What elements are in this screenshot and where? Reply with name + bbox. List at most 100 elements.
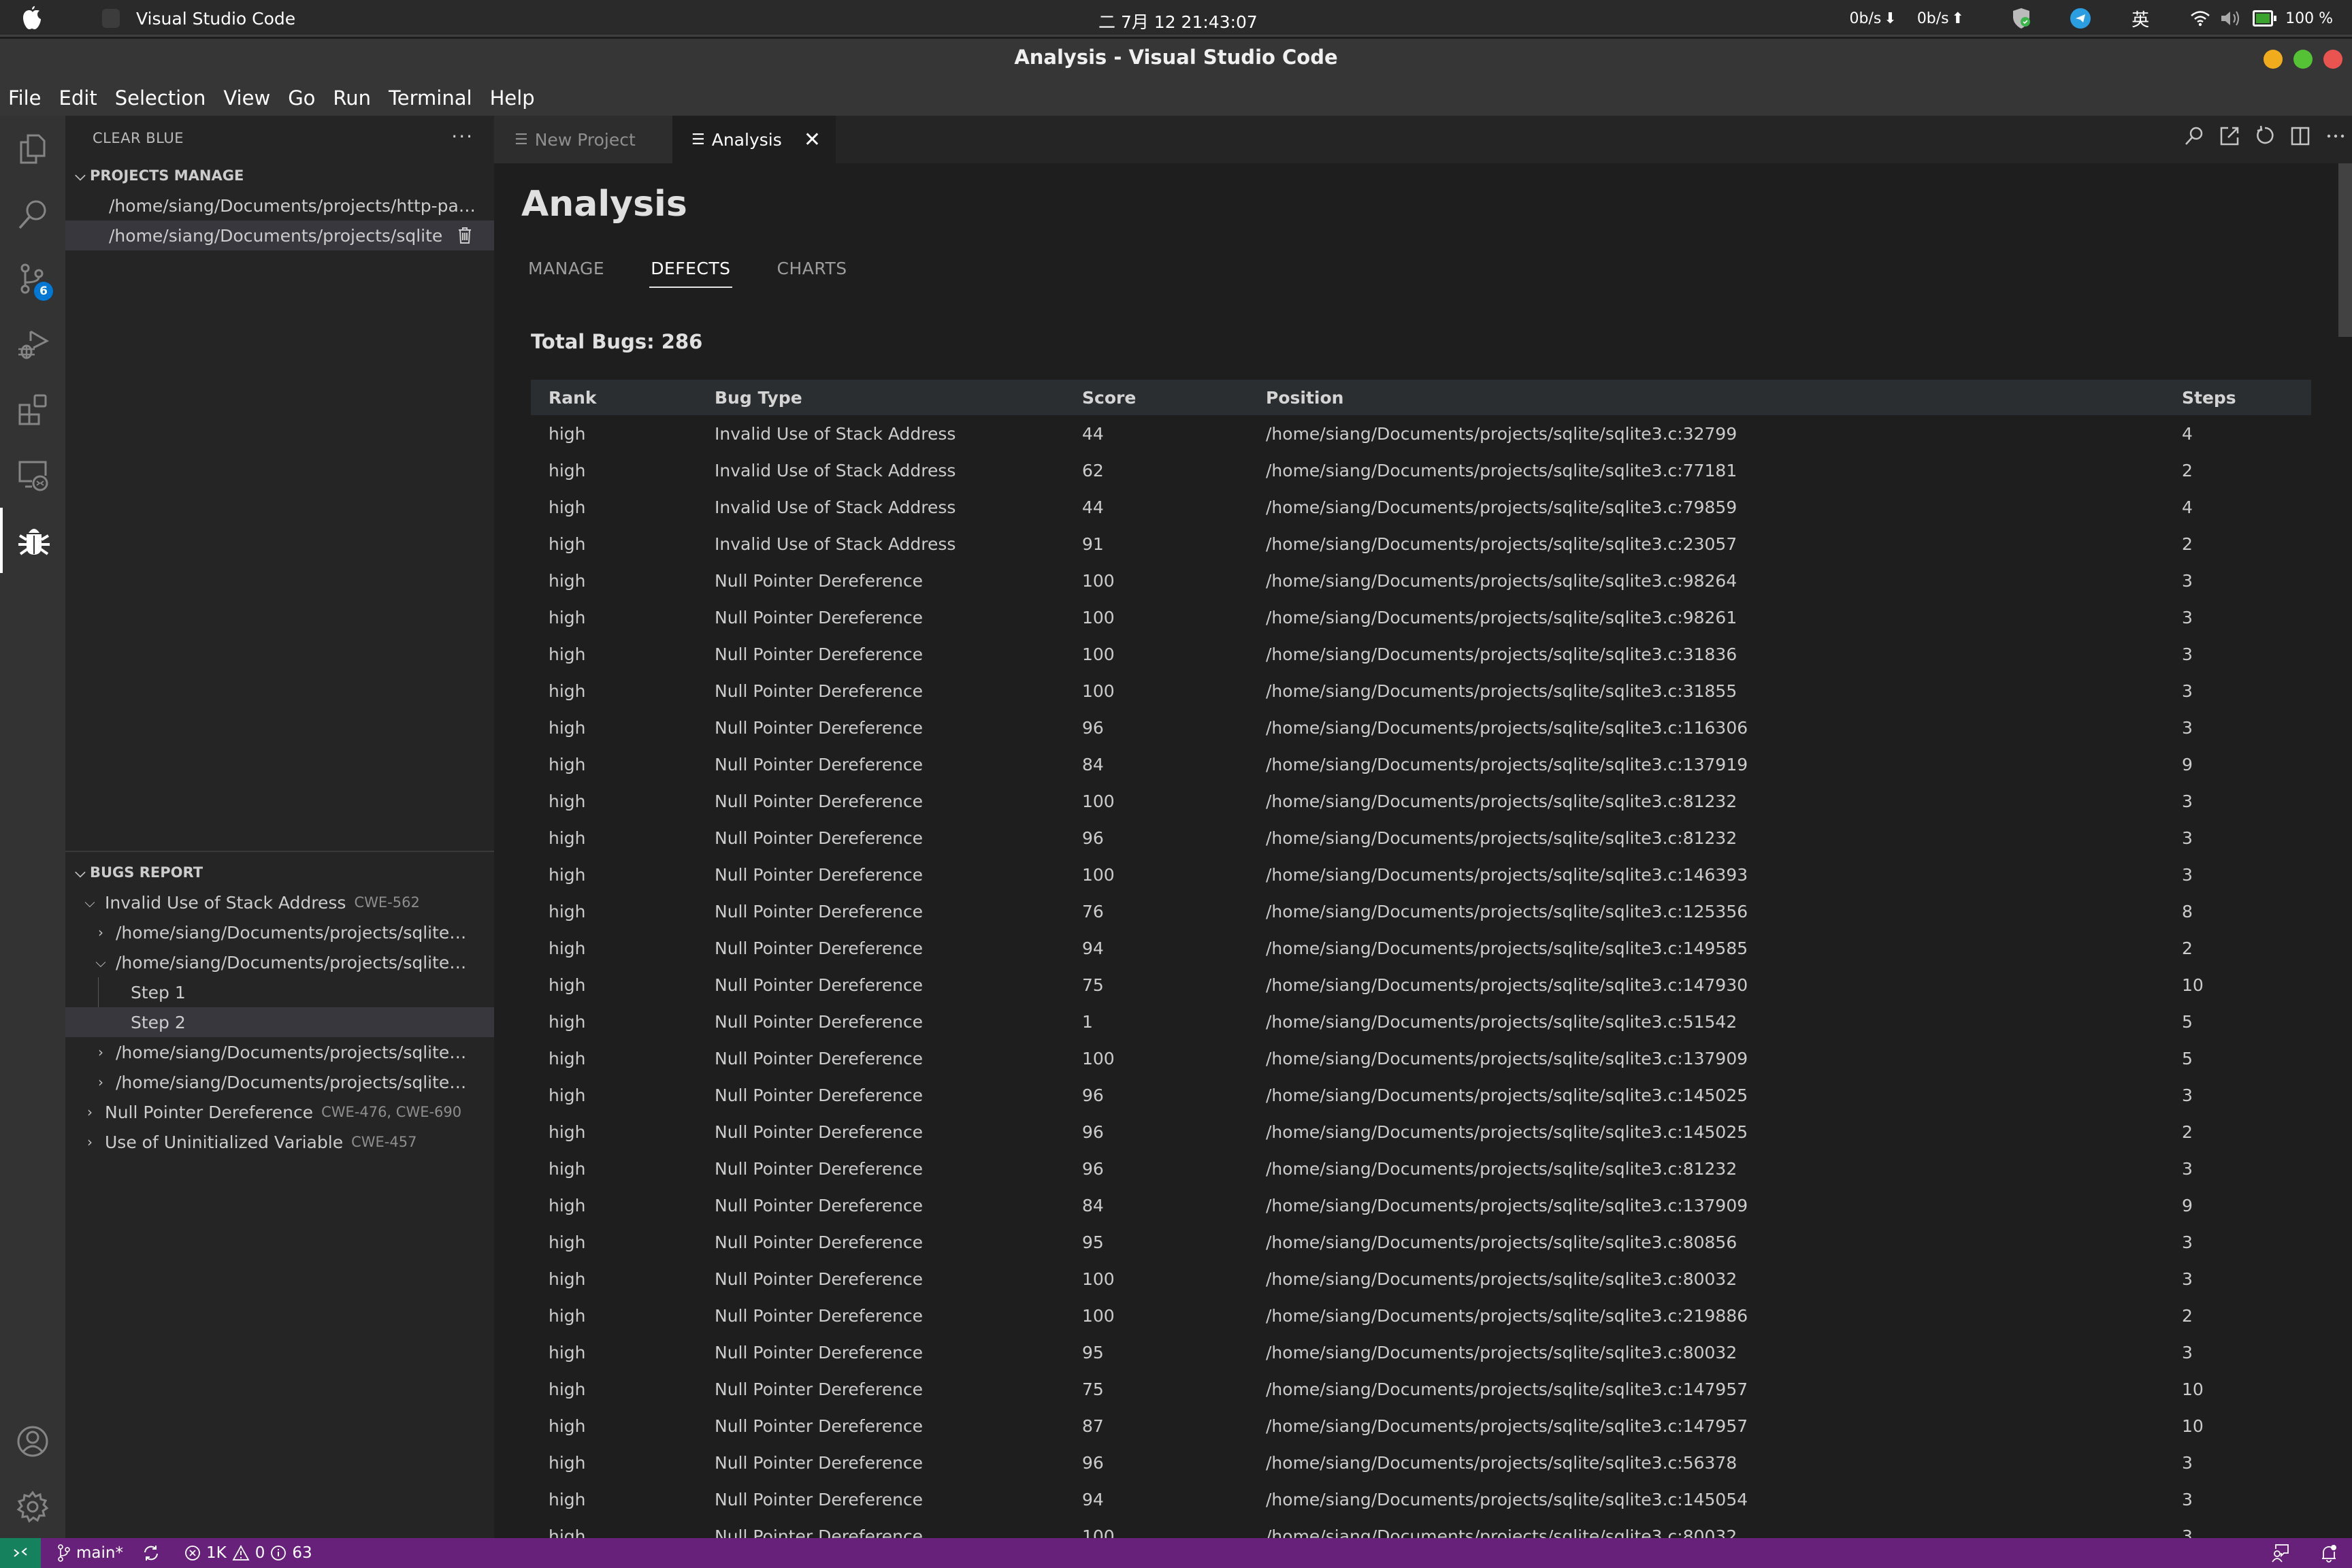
open-in-browser-icon[interactable] bbox=[2219, 125, 2240, 147]
table-row[interactable]: high Null Pointer Dereference 96/home/sian… bbox=[531, 709, 2311, 746]
table-row[interactable]: high Null Pointer Dereference 100/home/sia… bbox=[531, 1518, 2311, 1539]
volume-icon[interactable] bbox=[2220, 9, 2243, 28]
position-cell[interactable]: /home/siang/Documents/projects/sqlite/sq… bbox=[1266, 975, 2182, 995]
position-cell[interactable]: /home/siang/Documents/projects/sqlite/sq… bbox=[1266, 902, 2182, 921]
position-cell[interactable]: /home/siang/Documents/projects/sqlite/sq… bbox=[1266, 571, 2182, 591]
menu-run[interactable]: Run bbox=[333, 86, 371, 110]
close-tab-icon[interactable]: ✕ bbox=[804, 128, 821, 152]
bug-location-item[interactable]: › /home/siang/Documents/projects/sqlite/… bbox=[65, 1067, 494, 1097]
more-actions-icon[interactable] bbox=[2325, 125, 2347, 147]
table-row[interactable]: high Null Pointer Dereference 87/home/sian… bbox=[531, 1407, 2311, 1444]
position-cell[interactable]: /home/siang/Documents/projects/sqlite/sq… bbox=[1266, 1306, 2182, 1326]
table-row[interactable]: high Null Pointer Dereference 94/home/sian… bbox=[531, 1481, 2311, 1518]
table-row[interactable]: high Null Pointer Dereference 95/home/sian… bbox=[531, 1334, 2311, 1371]
position-cell[interactable]: /home/siang/Documents/projects/sqlite/sq… bbox=[1266, 791, 2182, 811]
position-cell[interactable]: /home/siang/Documents/projects/sqlite/sq… bbox=[1266, 755, 2182, 774]
git-branch[interactable]: main* bbox=[57, 1544, 123, 1562]
table-row[interactable]: high Null Pointer Dereference 76/home/sian… bbox=[531, 893, 2311, 930]
step-item[interactable]: Step 2 bbox=[65, 1007, 494, 1037]
bug-location-item[interactable]: ⌵ /home/siang/Documents/projects/sqlite/… bbox=[65, 947, 494, 977]
bug-group-uninitialized-variable[interactable]: › Use of Uninitialized Variable CWE-457 bbox=[65, 1127, 494, 1157]
table-row[interactable]: high Invalid Use of Stack Address 44/home/… bbox=[531, 489, 2311, 525]
activity-search[interactable] bbox=[0, 181, 65, 246]
project-item-sqlite[interactable]: /home/siang/Documents/projects/sqlite bbox=[65, 220, 494, 250]
table-row[interactable]: high Null Pointer Dereference 94/home/sian… bbox=[531, 930, 2311, 966]
subtab-manage[interactable]: MANAGE bbox=[528, 259, 604, 288]
sync-button[interactable] bbox=[142, 1544, 165, 1562]
activity-run-debug[interactable] bbox=[0, 312, 65, 377]
activity-source-control[interactable]: 6 bbox=[0, 246, 65, 312]
position-cell[interactable]: /home/siang/Documents/projects/sqlite/sq… bbox=[1266, 1049, 2182, 1068]
position-cell[interactable]: /home/siang/Documents/projects/sqlite/sq… bbox=[1266, 608, 2182, 627]
close-window-button[interactable] bbox=[2323, 50, 2342, 69]
notifications-bell-icon[interactable] bbox=[2319, 1544, 2338, 1563]
position-cell[interactable]: /home/siang/Documents/projects/sqlite/sq… bbox=[1266, 1526, 2182, 1539]
project-item-http-parser[interactable]: /home/siang/Documents/projects/http-pars… bbox=[65, 191, 494, 220]
bug-location-item[interactable]: › /home/siang/Documents/projects/sqlite/… bbox=[65, 1037, 494, 1067]
battery-icon[interactable] bbox=[2253, 10, 2277, 27]
problems-indicator[interactable]: 1K 0 63 bbox=[184, 1544, 312, 1562]
menu-selection[interactable]: Selection bbox=[115, 86, 206, 110]
table-row[interactable]: high Null Pointer Dereference 96/home/sian… bbox=[531, 819, 2311, 856]
subtab-charts[interactable]: CHARTS bbox=[777, 259, 847, 288]
bug-group-null-pointer[interactable]: › Null Pointer Dereference CWE-476, CWE-… bbox=[65, 1097, 494, 1127]
more-actions-button[interactable]: ··· bbox=[451, 125, 474, 148]
menu-help[interactable]: Help bbox=[490, 86, 535, 110]
activity-explorer[interactable] bbox=[0, 116, 65, 181]
subtab-defects[interactable]: DEFECTS bbox=[649, 259, 732, 288]
bugs-report-header[interactable]: ⌵ BUGS REPORT bbox=[65, 858, 494, 887]
table-row[interactable]: high Null Pointer Dereference 100/home/sia… bbox=[531, 1040, 2311, 1077]
column-header-steps[interactable]: Steps bbox=[2182, 388, 2311, 408]
activity-manage[interactable] bbox=[0, 1474, 65, 1539]
security-shield-icon[interactable] bbox=[2012, 7, 2031, 29]
table-row[interactable]: high Null Pointer Dereference 1/home/siang… bbox=[531, 1003, 2311, 1040]
position-cell[interactable]: /home/siang/Documents/projects/sqlite/sq… bbox=[1266, 1085, 2182, 1105]
position-cell[interactable]: /home/siang/Documents/projects/sqlite/sq… bbox=[1266, 461, 2182, 480]
telegram-icon[interactable] bbox=[2070, 8, 2091, 29]
table-row[interactable]: high Null Pointer Dereference 100/home/sia… bbox=[531, 636, 2311, 672]
table-row[interactable]: high Null Pointer Dereference 75/home/sian… bbox=[531, 1371, 2311, 1407]
wifi-icon[interactable] bbox=[2190, 10, 2210, 27]
bug-group-invalid-stack-address[interactable]: ⌵ Invalid Use of Stack Address CWE-562 bbox=[65, 887, 494, 917]
active-app-name[interactable]: Visual Studio Code bbox=[136, 9, 295, 29]
bug-location-item[interactable]: › /home/siang/Documents/projects/sqlite/… bbox=[65, 917, 494, 947]
system-clock[interactable]: 二 7月 12 21:43:07 bbox=[1098, 9, 1258, 33]
position-cell[interactable]: /home/siang/Documents/projects/sqlite/sq… bbox=[1266, 1196, 2182, 1215]
column-header-bug-type[interactable]: Bug Type bbox=[715, 388, 1082, 408]
table-row[interactable]: high Invalid Use of Stack Address 44/home/… bbox=[531, 415, 2311, 452]
position-cell[interactable]: /home/siang/Documents/projects/sqlite/sq… bbox=[1266, 681, 2182, 701]
table-row[interactable]: high Null Pointer Dereference 84/home/sian… bbox=[531, 1187, 2311, 1224]
find-icon[interactable] bbox=[2183, 125, 2205, 147]
position-cell[interactable]: /home/siang/Documents/projects/sqlite/sq… bbox=[1266, 1159, 2182, 1179]
position-cell[interactable]: /home/siang/Documents/projects/sqlite/sq… bbox=[1266, 1453, 2182, 1473]
position-cell[interactable]: /home/siang/Documents/projects/sqlite/sq… bbox=[1266, 938, 2182, 958]
tab-analysis[interactable]: ☰ Analysis ✕ bbox=[672, 116, 836, 163]
remote-indicator[interactable] bbox=[0, 1538, 41, 1568]
vertical-scrollbar[interactable] bbox=[2338, 163, 2352, 337]
table-row[interactable]: high Null Pointer Dereference 100/home/sia… bbox=[531, 562, 2311, 599]
position-cell[interactable]: /home/siang/Documents/projects/sqlite/sq… bbox=[1266, 1269, 2182, 1289]
menu-go[interactable]: Go bbox=[288, 86, 315, 110]
input-method-indicator[interactable]: 英 bbox=[2132, 6, 2149, 31]
table-row[interactable]: high Null Pointer Dereference 100/home/sia… bbox=[531, 783, 2311, 819]
activity-remote-explorer[interactable] bbox=[0, 442, 65, 508]
menu-terminal[interactable]: Terminal bbox=[389, 86, 472, 110]
minimize-button[interactable] bbox=[2264, 50, 2283, 69]
table-row[interactable]: high Null Pointer Dereference 95/home/sian… bbox=[531, 1224, 2311, 1260]
position-cell[interactable]: /home/siang/Documents/projects/sqlite/sq… bbox=[1266, 1122, 2182, 1142]
table-row[interactable]: high Null Pointer Dereference 75/home/sian… bbox=[531, 966, 2311, 1003]
table-row[interactable]: high Null Pointer Dereference 96/home/sian… bbox=[531, 1150, 2311, 1187]
table-row[interactable]: high Null Pointer Dereference 100/home/sia… bbox=[531, 672, 2311, 709]
menu-file[interactable]: File bbox=[8, 86, 42, 110]
position-cell[interactable]: /home/siang/Documents/projects/sqlite/sq… bbox=[1266, 644, 2182, 664]
column-header-rank[interactable]: Rank bbox=[531, 388, 715, 408]
position-cell[interactable]: /home/siang/Documents/projects/sqlite/sq… bbox=[1266, 865, 2182, 885]
position-cell[interactable]: /home/siang/Documents/projects/sqlite/sq… bbox=[1266, 534, 2182, 554]
position-cell[interactable]: /home/siang/Documents/projects/sqlite/sq… bbox=[1266, 1490, 2182, 1509]
maximize-button[interactable] bbox=[2293, 50, 2313, 69]
menu-edit[interactable]: Edit bbox=[59, 86, 97, 110]
position-cell[interactable]: /home/siang/Documents/projects/sqlite/sq… bbox=[1266, 1012, 2182, 1032]
table-row[interactable]: high Null Pointer Dereference 96/home/sian… bbox=[531, 1077, 2311, 1113]
activity-clear-blue[interactable] bbox=[0, 508, 65, 573]
position-cell[interactable]: /home/siang/Documents/projects/sqlite/sq… bbox=[1266, 718, 2182, 738]
